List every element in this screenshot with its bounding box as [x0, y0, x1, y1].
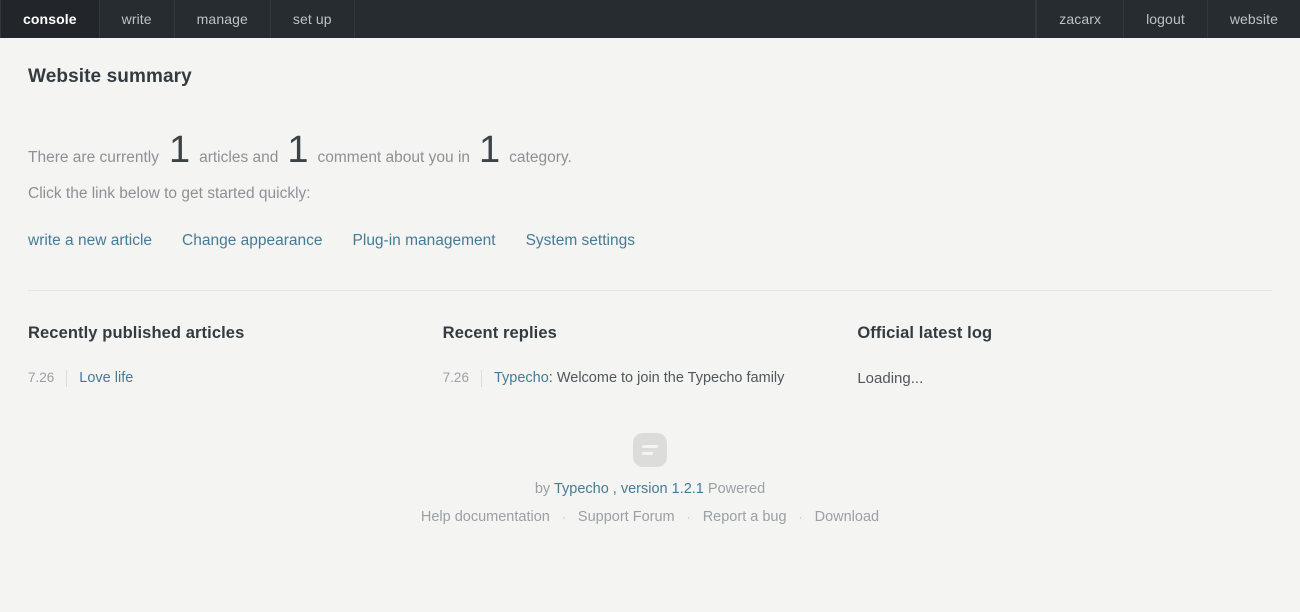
nav-spacer [355, 0, 1037, 38]
footer-dot-separator: · [798, 510, 803, 524]
column-recent-replies: Recent replies 7.26 Typecho: Welcome to … [443, 324, 858, 387]
category-count: 1 [479, 129, 501, 171]
page-content: Website summary There are currently 1 ar… [0, 66, 1300, 525]
site-summary-text: There are currently 1 articles and 1 com… [28, 131, 1272, 169]
footer-link-support-forum[interactable]: Support Forum [578, 509, 675, 525]
footer-credit: by Typecho , version 1.2.1 Powered [28, 481, 1272, 497]
list-item: 7.26 Love life [28, 370, 443, 387]
nav-left-group: console write manage set up [0, 0, 355, 38]
logo-bar-top [642, 445, 658, 448]
typecho-logo-icon [633, 433, 667, 467]
reply-date: 7.26 [442, 370, 469, 385]
article-link[interactable]: Love life [79, 370, 133, 386]
nav-item-username[interactable]: zacarx [1036, 0, 1123, 38]
column-title-recent-replies: Recent replies [442, 324, 557, 342]
footer-link-download[interactable]: Download [815, 509, 880, 525]
credit-suffix: Powered [707, 481, 766, 497]
reply-body: Typecho: Welcome to join the Typecho fam… [482, 370, 784, 386]
nav-item-set-up[interactable]: set up [271, 0, 355, 38]
nav-item-logout[interactable]: logout [1123, 0, 1207, 38]
nav-right-group: zacarx logout website [1036, 0, 1300, 38]
nav-item-website[interactable]: website [1206, 0, 1300, 38]
official-log-status: Loading... [857, 370, 924, 387]
list-item: 7.26 Typecho: Welcome to join the Typech… [443, 370, 858, 387]
reply-text: : Welcome to join the Typecho family [548, 370, 785, 386]
summary-middle-2: comment about you in [317, 149, 471, 166]
page-footer: by Typecho , version 1.2.1 Powered Help … [28, 433, 1272, 525]
section-divider [28, 290, 1272, 291]
column-recent-articles: Recently published articles 7.26 Love li… [28, 324, 443, 387]
comment-count: 1 [287, 129, 309, 171]
column-title-official-log: Official latest log [857, 324, 993, 342]
footer-links: Help documentation · Support Forum · Rep… [28, 509, 1272, 525]
article-date: 7.26 [28, 370, 55, 385]
logo-bar-bottom [642, 452, 653, 455]
nav-item-manage[interactable]: manage [175, 0, 271, 38]
top-navigation-bar: console write manage set up zacarx logou… [0, 0, 1300, 38]
quick-links: write a new article Change appearance Pl… [28, 232, 1272, 250]
quickstart-subtitle: Click the link below to get started quic… [28, 185, 311, 202]
footer-link-help-documentation[interactable]: Help documentation [421, 509, 550, 525]
quicklink-write-new-article[interactable]: write a new article [28, 232, 152, 250]
column-title-recent-articles: Recently published articles [28, 324, 245, 342]
reply-author-link[interactable]: Typecho [494, 370, 549, 386]
footer-link-report-a-bug[interactable]: Report a bug [703, 509, 787, 525]
credit-version-link[interactable]: Typecho , version 1.2.1 [554, 481, 704, 497]
summary-middle-1: articles and [199, 149, 279, 166]
nav-item-console[interactable]: console [0, 0, 100, 38]
nav-item-write[interactable]: write [100, 0, 175, 38]
quicklink-system-settings[interactable]: System settings [526, 232, 635, 250]
quicklink-change-appearance[interactable]: Change appearance [182, 232, 322, 250]
summary-suffix: category. [509, 149, 572, 166]
dashboard-columns: Recently published articles 7.26 Love li… [28, 324, 1272, 387]
footer-dot-separator: · [561, 510, 566, 524]
article-count: 1 [168, 129, 191, 171]
page-title: Website summary [28, 66, 192, 87]
summary-prefix: There are currently [28, 149, 159, 166]
article-body: Love life [67, 370, 133, 386]
footer-dot-separator: · [686, 510, 691, 524]
quicklink-plugin-management[interactable]: Plug-in management [353, 232, 496, 250]
credit-prefix: by [534, 481, 551, 497]
column-official-log: Official latest log Loading... [857, 324, 1272, 387]
